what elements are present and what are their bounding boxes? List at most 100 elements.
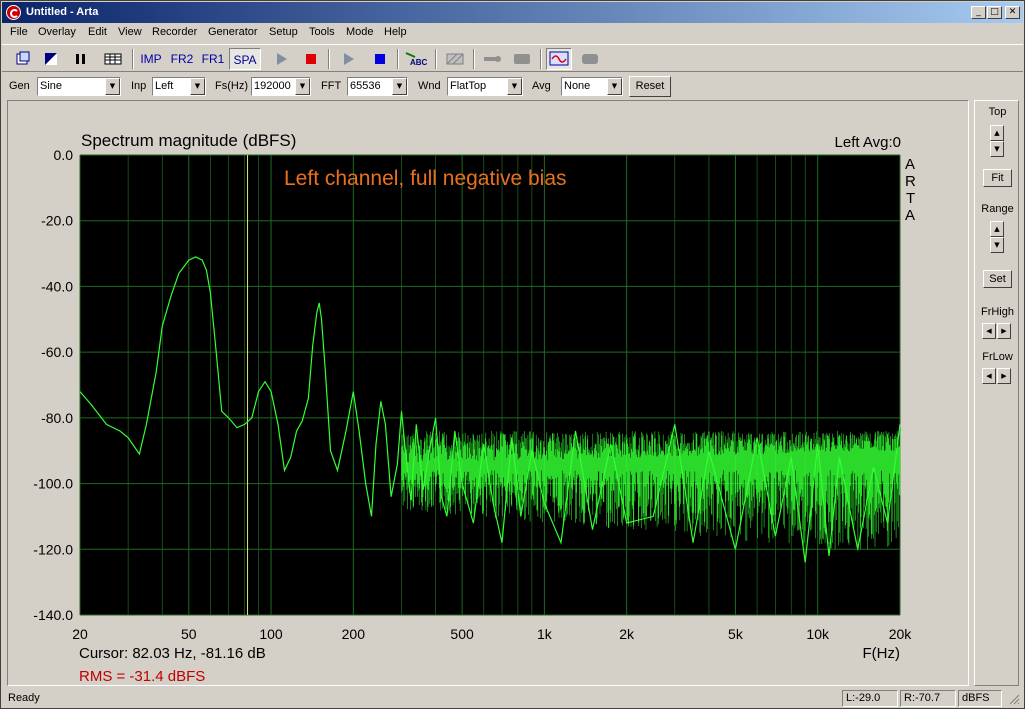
pause-icon[interactable] bbox=[70, 48, 92, 70]
range-label: Range bbox=[981, 203, 1014, 215]
resize-grip-icon[interactable] bbox=[1008, 693, 1020, 705]
record-device-icon[interactable] bbox=[578, 48, 602, 70]
chevron-down-icon[interactable]: ▼ bbox=[295, 78, 310, 95]
gen-select-value: Sine bbox=[40, 80, 63, 92]
x-axis-label: F(Hz) bbox=[863, 645, 901, 662]
menu-bar: File Overlay Edit View Recorder Generato… bbox=[2, 23, 1023, 43]
play-generator-icon[interactable] bbox=[337, 48, 359, 70]
chevron-down-icon[interactable]: ▼ bbox=[105, 78, 120, 95]
fft-select[interactable]: 65536 ▼ bbox=[347, 77, 408, 96]
set-button[interactable]: Set bbox=[983, 270, 1012, 288]
top-down-arrow-icon[interactable]: ▼ bbox=[990, 141, 1004, 157]
wnd-select-value: FlatTop bbox=[450, 80, 487, 92]
frlow-label: FrLow bbox=[982, 351, 1013, 363]
rms-readout: RMS = -31.4 dBFS bbox=[79, 668, 205, 685]
x-tick-label: 500 bbox=[450, 626, 474, 642]
reset-button[interactable]: Reset bbox=[629, 76, 671, 97]
frhigh-right-arrow-icon[interactable]: ▶ bbox=[997, 323, 1011, 339]
menu-overlay[interactable]: Overlay bbox=[38, 26, 76, 38]
x-tick-label: 5k bbox=[728, 626, 744, 642]
channel-avg-label: Left Avg:0 bbox=[835, 134, 901, 151]
toolbar-separator bbox=[132, 49, 134, 69]
inp-select-value: Left bbox=[155, 80, 174, 92]
menu-view[interactable]: View bbox=[118, 26, 142, 38]
frhigh-label: FrHigh bbox=[980, 306, 1014, 318]
menu-file[interactable]: File bbox=[10, 26, 28, 38]
menu-help[interactable]: Help bbox=[384, 26, 407, 38]
title-bar[interactable]: Untitled - Arta _ □ ✕ bbox=[2, 2, 1023, 23]
fit-button[interactable]: Fit bbox=[983, 169, 1012, 187]
chevron-down-icon[interactable]: ▼ bbox=[190, 78, 205, 95]
x-tick-label: 50 bbox=[181, 626, 197, 642]
cursor-readout: Cursor: 82.03 Hz, -81.16 dB bbox=[79, 645, 266, 662]
save-icon[interactable] bbox=[40, 48, 62, 70]
range-down-arrow-icon[interactable]: ▼ bbox=[990, 237, 1004, 253]
status-bar: Ready L:-29.0 R:-70.7 dBFS bbox=[2, 689, 1023, 708]
x-tick-label: 100 bbox=[259, 626, 283, 642]
inp-label: Inp bbox=[131, 80, 147, 92]
play-icon[interactable] bbox=[270, 48, 292, 70]
menu-mode[interactable]: Mode bbox=[346, 26, 374, 38]
frlow-right-arrow-icon[interactable]: ▶ bbox=[997, 368, 1011, 384]
menu-edit[interactable]: Edit bbox=[88, 26, 107, 38]
unit-readout: dBFS bbox=[958, 690, 1002, 707]
x-tick-label: 200 bbox=[342, 626, 366, 642]
arta-watermark-a2: A bbox=[905, 207, 915, 224]
chevron-down-icon[interactable]: ▼ bbox=[607, 78, 622, 95]
y-tick-label: -140.0 bbox=[33, 607, 73, 623]
chevron-down-icon[interactable]: ▼ bbox=[507, 78, 522, 95]
y-tick-label: -80.0 bbox=[41, 410, 73, 426]
arta-app-icon[interactable] bbox=[6, 5, 21, 20]
open-file-icon[interactable] bbox=[12, 48, 34, 70]
device-icon[interactable] bbox=[510, 48, 534, 70]
y-tick-label: -100.0 bbox=[33, 476, 73, 492]
plot-title: Spectrum magnitude (dBFS) bbox=[81, 131, 296, 150]
wnd-label: Wnd bbox=[418, 80, 441, 92]
menu-setup[interactable]: Setup bbox=[269, 26, 298, 38]
chevron-down-icon[interactable]: ▼ bbox=[392, 78, 407, 95]
wnd-select[interactable]: FlatTop ▼ bbox=[447, 77, 523, 96]
minimize-button[interactable]: _ bbox=[971, 6, 986, 19]
imp-mode-button[interactable]: IMP bbox=[137, 48, 165, 70]
fs-select[interactable]: 192000 ▼ bbox=[251, 77, 311, 96]
menu-generator[interactable]: Generator bbox=[208, 26, 258, 38]
abc-label: ABC bbox=[410, 58, 428, 67]
fr2-mode-button[interactable]: FR2 bbox=[167, 48, 197, 70]
table-icon[interactable] bbox=[102, 48, 124, 70]
stop-blue-icon[interactable] bbox=[369, 48, 391, 70]
range-up-arrow-icon[interactable]: ▲ bbox=[990, 221, 1004, 237]
window-title: Untitled - Arta bbox=[26, 6, 99, 18]
frlow-left-arrow-icon[interactable]: ◀ bbox=[982, 368, 996, 384]
right-level-readout: R:-70.7 bbox=[900, 690, 956, 707]
gen-select[interactable]: Sine ▼ bbox=[37, 77, 121, 96]
toolbar-separator bbox=[473, 49, 475, 69]
stop-red-icon[interactable] bbox=[300, 48, 322, 70]
plot-background[interactable] bbox=[80, 155, 900, 615]
inp-select[interactable]: Left ▼ bbox=[152, 77, 206, 96]
status-ready: Ready bbox=[8, 692, 40, 704]
maximize-button[interactable]: □ bbox=[987, 6, 1002, 19]
spectrum-chart[interactable]: 0.0 -20.0 -40.0 -60.0 -80.0 -100.0 -120.0 -140.… bbox=[8, 101, 968, 685]
frhigh-left-arrow-icon[interactable]: ◀ bbox=[982, 323, 996, 339]
abc-annotation-icon[interactable]: ABC bbox=[403, 48, 429, 70]
x-tick-labels: 20 50 100 200 500 1k 2k 5k 10k 20k bbox=[72, 626, 912, 642]
oscilloscope-icon[interactable] bbox=[546, 48, 572, 70]
menu-tools[interactable]: Tools bbox=[309, 26, 335, 38]
avg-label: Avg bbox=[532, 80, 551, 92]
control-bar: Gen Sine ▼ Inp Left ▼ Fs(Hz) 192000 ▼ FF… bbox=[2, 73, 1023, 99]
top-up-arrow-icon[interactable]: ▲ bbox=[990, 125, 1004, 141]
hatch-icon[interactable] bbox=[443, 48, 467, 70]
gen-label: Gen bbox=[9, 80, 30, 92]
close-button[interactable]: ✕ bbox=[1005, 6, 1020, 19]
avg-select[interactable]: None ▼ bbox=[561, 77, 623, 96]
annotation-text: Left channel, full negative bias bbox=[284, 167, 567, 190]
menu-recorder[interactable]: Recorder bbox=[152, 26, 197, 38]
spa-mode-button[interactable]: SPA bbox=[229, 48, 261, 70]
fft-label: FFT bbox=[321, 80, 342, 92]
probe-icon[interactable] bbox=[480, 48, 504, 70]
toolbar-separator bbox=[435, 49, 437, 69]
fr1-mode-button[interactable]: FR1 bbox=[199, 48, 227, 70]
avg-select-value: None bbox=[564, 80, 591, 92]
x-tick-label: 1k bbox=[537, 626, 553, 642]
arta-watermark-t: T bbox=[906, 190, 915, 207]
